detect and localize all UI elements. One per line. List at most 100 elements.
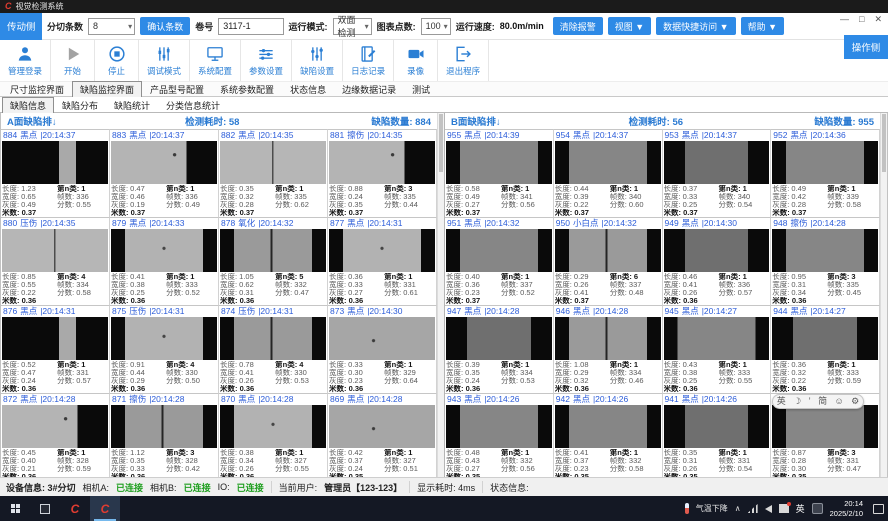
defect-thumbnail-image[interactable] [2,405,108,449]
defect-card[interactable]: 874 压伤 |20:14:31 长度: 0.78 宽度: 0.41 灰度: 0… [219,305,328,393]
start-button[interactable]: 开始 [51,40,95,81]
defect-card[interactable]: 883 黑点 |20:14:37 长度: 0.47 宽度: 0.46 灰度: 0… [110,129,219,217]
defect-card[interactable]: 873 黑点 |20:14:30 长度: 0.33 宽度: 0.30 灰度: 0… [328,305,437,393]
defect-card[interactable]: 947 黑点 |20:14:28 长度: 0.39 宽度: 0.35 灰度: 0… [445,305,554,393]
drive-side-button[interactable]: 传动侧 [0,13,42,40]
start-button[interactable] [0,496,30,521]
minimize-button[interactable]: — [840,14,849,24]
volume-icon[interactable] [765,505,772,513]
defect-thumbnail-image[interactable] [555,141,661,185]
message-badge-icon[interactable] [779,504,789,513]
task-view-button[interactable] [30,496,60,521]
defect-card[interactable]: 946 黑点 |20:14:28 长度: 1.08 宽度: 0.29 灰度: 0… [554,305,663,393]
defect-card[interactable]: 871 擦伤 |20:14:28 长度: 1.12 宽度: 0.35 灰度: 0… [110,393,219,477]
roll-number-input[interactable]: 3117-1 [218,18,283,35]
defect-card[interactable]: 876 黑点 |20:14:31 长度: 0.52 宽度: 0.47 灰度: 0… [1,305,110,393]
defect-card[interactable]: 951 黑点 |20:14:32 长度: 0.40 宽度: 0.36 灰度: 0… [445,217,554,305]
panel-a-scrollbar[interactable] [437,113,444,477]
defect-card[interactable]: 882 黑点 |20:14:35 长度: 0.35 宽度: 0.32 灰度: 0… [219,129,328,217]
pinned-app-button[interactable]: C [60,496,90,521]
language-indicator[interactable]: 英 [796,502,805,515]
defect-card[interactable]: 880 压伤 |20:14:35 长度: 0.85 宽度: 0.55 灰度: 0… [1,217,110,305]
defect-thumbnail-image[interactable] [446,229,552,273]
defect-thumbnail-image[interactable] [664,141,770,185]
chart-points-select[interactable]: 100 ▾ [421,18,451,35]
tab-edge-data-record[interactable]: 边缘数据记录 [334,81,404,97]
defect-thumbnail-image[interactable] [329,141,435,185]
defect-thumbnail-image[interactable] [772,317,878,361]
panel-b-scrollbar[interactable] [880,113,887,477]
tab-test[interactable]: 测试 [404,81,438,97]
close-button[interactable]: ✕ [874,14,882,24]
panel-a-scrollbar-thumb[interactable] [439,114,443,172]
defect-thumbnail-image[interactable] [555,405,661,449]
defect-thumbnail-image[interactable] [772,405,878,449]
defect-thumbnail-image[interactable] [2,229,108,273]
tab-status-info[interactable]: 状态信息 [282,81,334,97]
slit-count-select[interactable]: 8 ▾ [88,18,135,35]
run-mode-select[interactable]: 双面检测 ▾ [333,18,372,35]
clear-alarm-button[interactable]: 清除报警 [553,17,603,35]
operation-side-button[interactable]: 操作侧 [844,35,888,59]
admin-login-button[interactable]: 管理登录 [0,40,51,81]
defect-card[interactable]: 945 黑点 |20:14:27 长度: 0.43 宽度: 0.38 灰度: 0… [663,305,772,393]
panel-b-scrollbar-thumb[interactable] [882,114,886,172]
defect-thumbnail-image[interactable] [664,405,770,449]
subtab-defect-statistics[interactable]: 缺陷统计 [106,97,158,113]
network-icon[interactable] [748,504,758,513]
thermometer-icon[interactable] [685,503,689,514]
subtab-defect-info[interactable]: 缺陷信息 [2,97,54,113]
defect-card[interactable]: 950 小白点 |20:14:32 长度: 0.29 宽度: 0.26 灰度: … [554,217,663,305]
tab-product-model-config[interactable]: 产品型号配置 [142,81,212,97]
subtab-defect-distribution[interactable]: 缺陷分布 [54,97,106,113]
defect-thumbnail-image[interactable] [446,141,552,185]
defect-thumbnail-image[interactable] [2,317,108,361]
weather-text[interactable]: 气温下降 [696,503,728,514]
clock[interactable]: 20:14 2025/2/10 [830,499,863,518]
defect-card[interactable]: 954 黑点 |20:14:37 长度: 0.44 宽度: 0.39 灰度: 0… [554,129,663,217]
defect-card[interactable]: 942 黑点 |20:14:26 长度: 0.41 宽度: 0.37 灰度: 0… [554,393,663,477]
defect-card[interactable]: 943 黑点 |20:14:26 长度: 0.48 宽度: 0.43 灰度: 0… [445,393,554,477]
ime-simplified-toggle[interactable]: 简 [818,397,827,406]
defect-thumbnail-image[interactable] [329,229,435,273]
defect-thumbnail-image[interactable] [111,405,217,449]
confirm-count-button[interactable]: 确认条数 [140,17,190,35]
defect-thumbnail-image[interactable] [555,229,661,273]
ime-language-toggle[interactable]: 英 [777,397,786,406]
defect-card[interactable]: 881 擦伤 |20:14:35 长度: 0.88 宽度: 0.24 灰度: 0… [328,129,437,217]
defect-card[interactable]: 875 压伤 |20:14:31 长度: 0.91 宽度: 0.44 灰度: 0… [110,305,219,393]
notification-center-icon[interactable] [873,504,884,514]
tray-expand-caret[interactable]: ∧ [735,504,741,513]
tab-size-monitor[interactable]: 尺寸监控界面 [2,81,72,97]
defect-thumbnail-image[interactable] [329,405,435,449]
maximize-button[interactable]: □ [859,14,864,24]
running-app-button[interactable]: C [90,496,120,521]
ime-punctuation-toggle[interactable]: ’ [809,397,811,406]
defect-thumbnail-image[interactable] [772,141,878,185]
log-record-button[interactable]: 日志记录 [343,40,394,81]
system-config-button[interactable]: 系统配置 [190,40,241,81]
defect-card[interactable]: 944 黑点 |20:14:27 长度: 0.36 宽度: 0.32 灰度: 0… [771,305,880,393]
defect-card[interactable]: 953 黑点 |20:14:37 长度: 0.37 宽度: 0.33 灰度: 0… [663,129,772,217]
defect-thumbnail-image[interactable] [446,317,552,361]
defect-card[interactable]: 869 黑点 |20:14:28 长度: 0.42 宽度: 0.37 灰度: 0… [328,393,437,477]
defect-thumbnail-image[interactable] [329,317,435,361]
stop-button[interactable]: 停止 [95,40,139,81]
defect-card[interactable]: 872 黑点 |20:14:28 长度: 0.45 宽度: 0.40 灰度: 0… [1,393,110,477]
ime-halfmoon-icon[interactable]: ☽ [793,397,801,406]
video-record-button[interactable]: 录像 [394,40,438,81]
exit-program-button[interactable]: 退出程序 [438,40,489,81]
defect-card[interactable]: 955 黑点 |20:14:39 长度: 0.58 宽度: 0.49 灰度: 0… [445,129,554,217]
ime-emoji-icon[interactable]: ☺ [835,397,844,406]
defect-card[interactable]: 941 黑点 |20:14:26 长度: 0.35 宽度: 0.31 灰度: 0… [663,393,772,477]
defect-thumbnail-image[interactable] [2,141,108,185]
defect-card[interactable]: 870 黑点 |20:14:28 长度: 0.38 宽度: 0.34 灰度: 0… [219,393,328,477]
defect-settings-button[interactable]: 缺陷设置 [292,40,343,81]
defect-card[interactable]: 952 黑点 |20:14:36 长度: 0.49 宽度: 0.42 灰度: 0… [771,129,880,217]
defect-card[interactable]: 877 黑点 |20:14:31 长度: 0.36 宽度: 0.33 灰度: 0… [328,217,437,305]
parameter-settings-button[interactable]: 参数设置 [241,40,292,81]
debug-mode-button[interactable]: 调试模式 [139,40,190,81]
defect-thumbnail-image[interactable] [220,229,326,273]
defect-thumbnail-image[interactable] [446,405,552,449]
tab-defect-monitor[interactable]: 缺陷监控界面 [72,81,142,97]
